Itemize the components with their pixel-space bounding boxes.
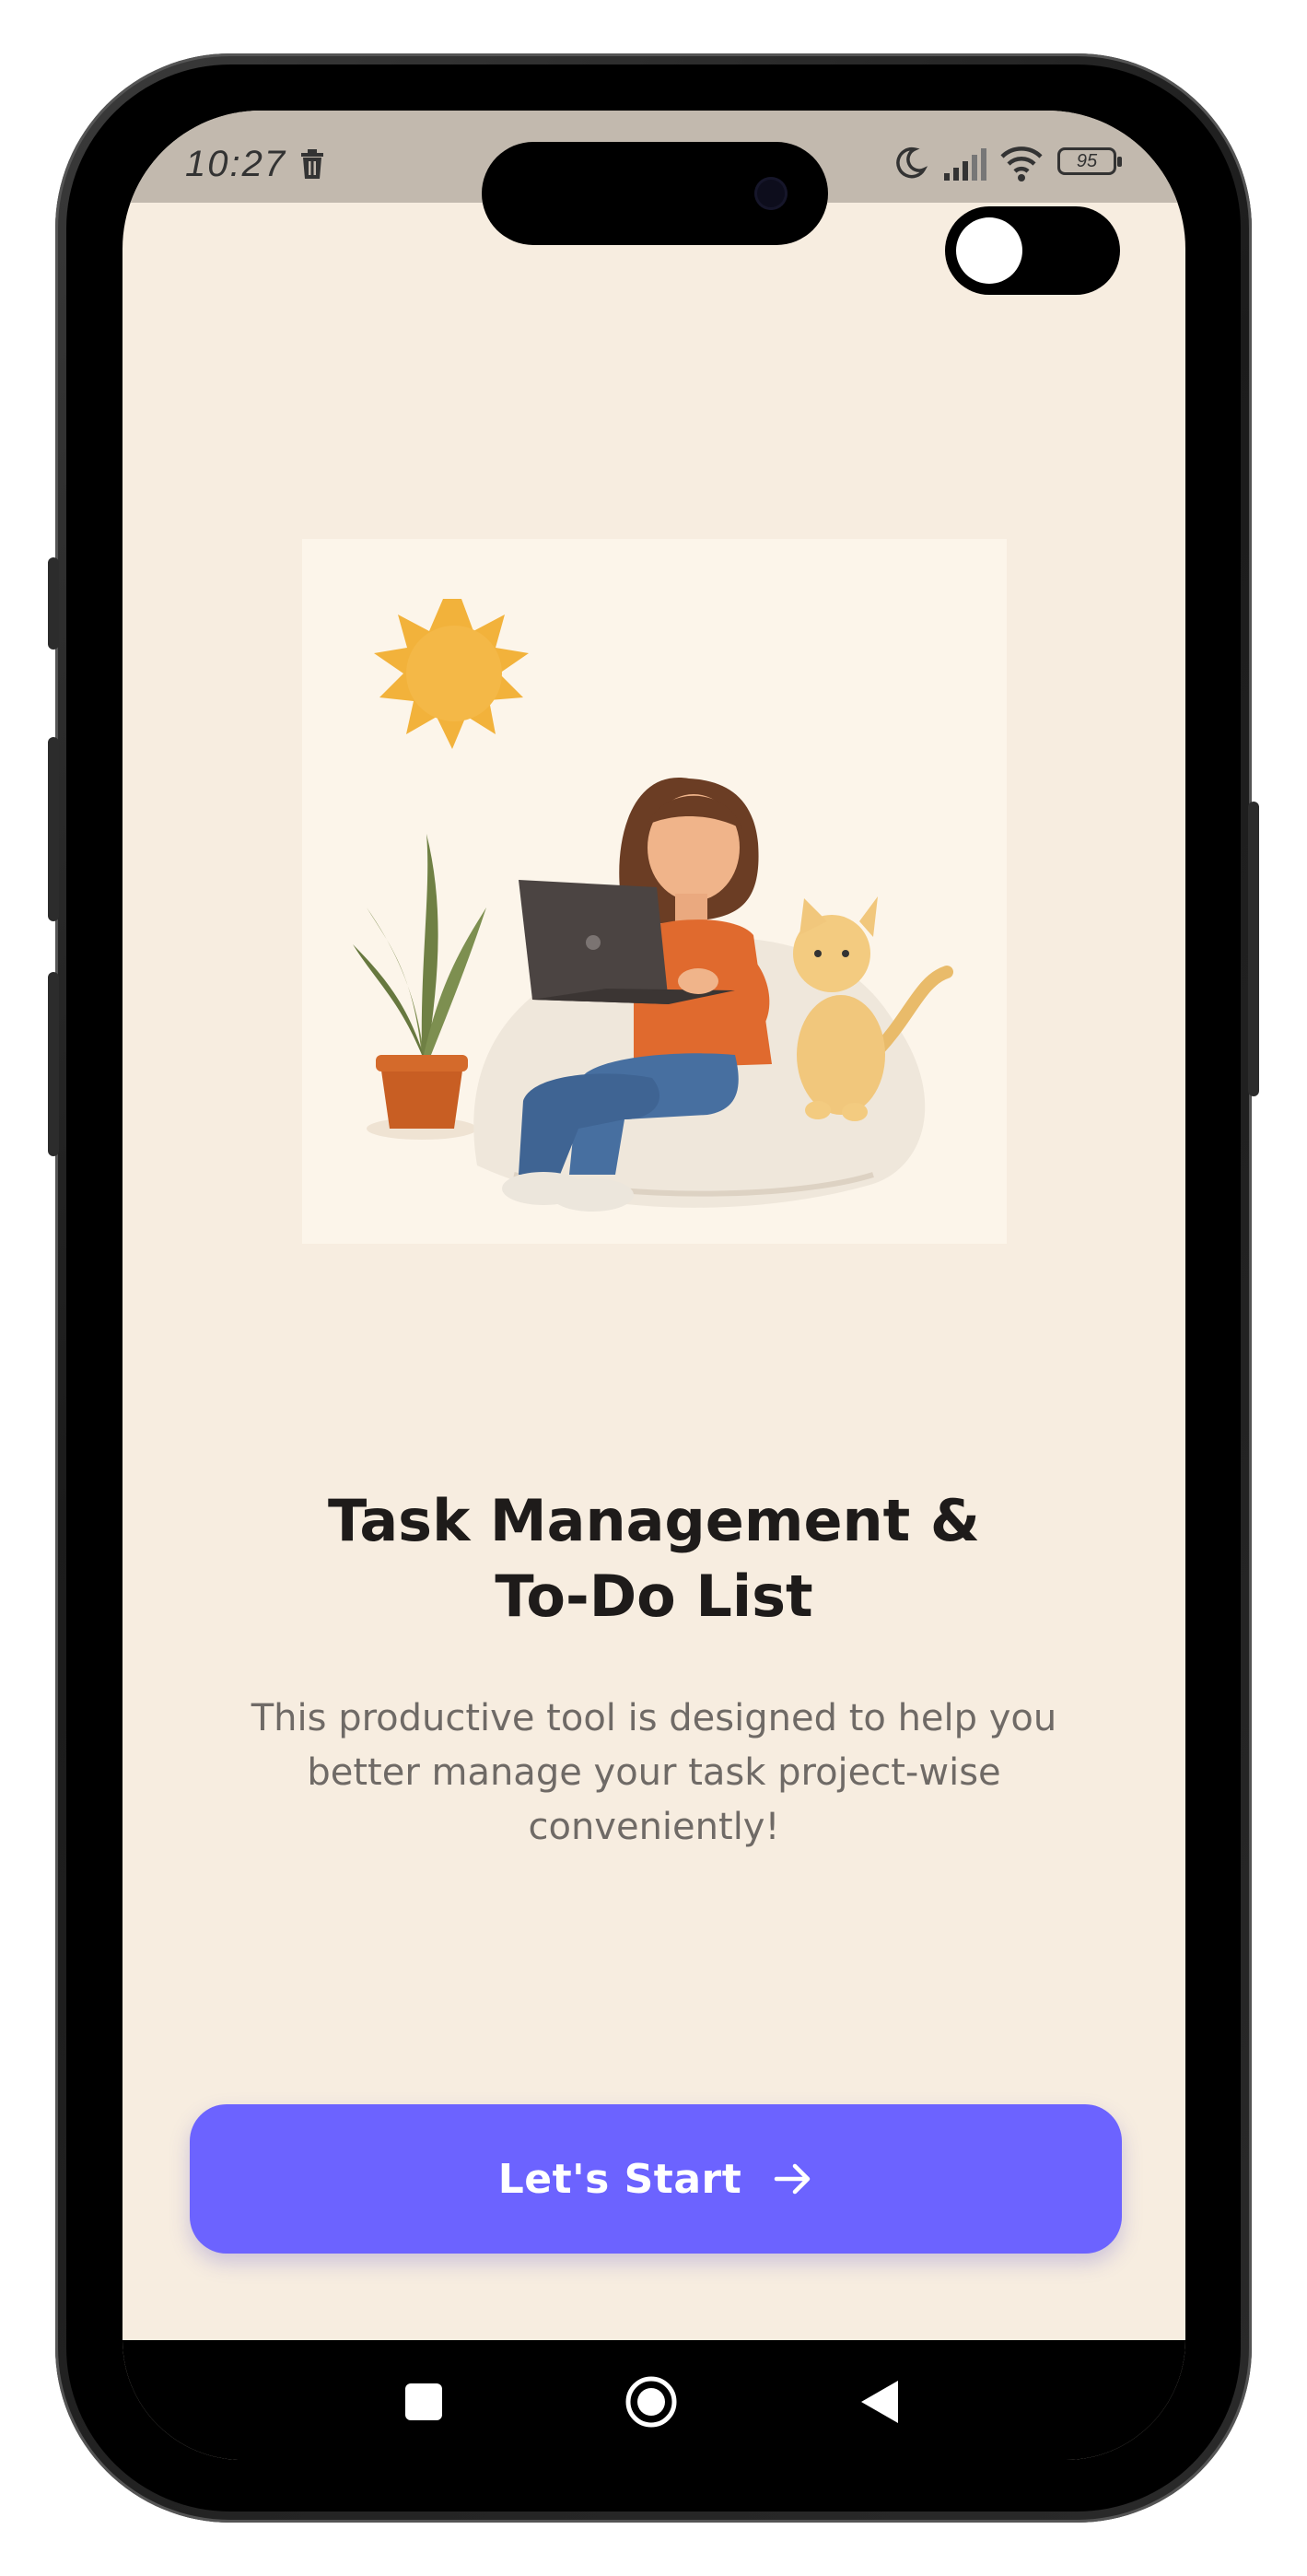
system-nav-bar — [123, 2340, 1185, 2460]
battery-level: 95 — [1076, 151, 1098, 171]
title-line-2: To-Do List — [495, 1563, 813, 1630]
onboarding-description: This productive tool is designed to help… — [224, 1692, 1084, 1855]
theme-toggle-switch[interactable] — [945, 206, 1120, 295]
onboarding-illustration — [302, 539, 1007, 1244]
description-line-3: conveniently! — [528, 1806, 780, 1848]
moon-icon — [896, 146, 928, 179]
description-line-2: better manage your task project-wise — [307, 1751, 1001, 1794]
app-screen: 10:27 95 Task Management & To-Do List Th… — [123, 111, 1185, 2460]
start-button-label: Let's Start — [497, 2155, 742, 2203]
phone-side-button-volume-down — [48, 972, 59, 1156]
phone-side-button-volume-up — [48, 737, 59, 921]
camera-lens-icon — [754, 177, 788, 210]
back-triangle-icon[interactable] — [859, 2379, 900, 2425]
status-time: 10:27 — [185, 144, 287, 184]
lets-start-button[interactable]: Let's Start — [190, 2104, 1122, 2254]
dynamic-island — [482, 142, 828, 245]
signal-icon — [944, 148, 986, 181]
phone-side-button-action — [48, 557, 59, 650]
trash-icon — [301, 149, 323, 179]
title-line-1: Task Management & — [328, 1487, 980, 1554]
toggle-knob — [956, 217, 1022, 284]
device-frame-page: 10:27 95 Task Management & To-Do List Th… — [0, 0, 1307, 2576]
phone-side-button-power — [1248, 802, 1259, 1096]
wifi-icon — [1000, 146, 1043, 181]
battery-icon: 95 — [1057, 147, 1122, 175]
recents-square-icon[interactable] — [405, 2383, 442, 2420]
home-circle-icon[interactable] — [624, 2375, 678, 2429]
arrow-right-icon — [775, 2163, 811, 2195]
onboarding-title: Task Management & To-Do List — [123, 1483, 1185, 1634]
description-line-1: This productive tool is designed to help… — [251, 1697, 1057, 1739]
